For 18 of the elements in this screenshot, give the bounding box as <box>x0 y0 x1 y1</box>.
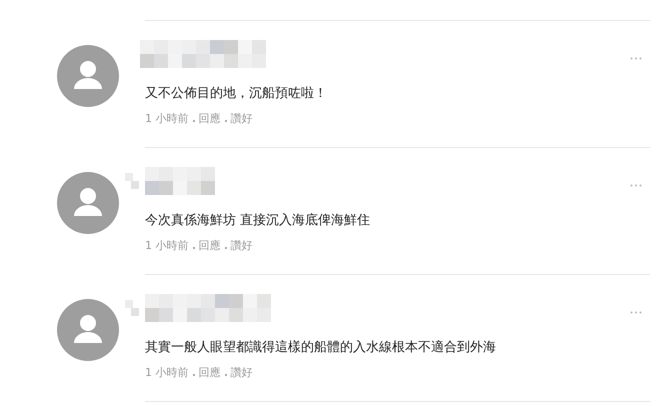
action-link[interactable]: 回應 <box>198 111 220 126</box>
timestamp: 1 小時前 <box>145 111 188 126</box>
avatar-icon <box>57 45 119 107</box>
action-link[interactable]: 讚好 <box>230 365 252 380</box>
action-link[interactable]: 回應 <box>198 238 220 253</box>
timestamp: 1 小時前 <box>145 238 188 253</box>
more-icon[interactable] <box>630 184 642 187</box>
avatar-icon <box>57 172 119 234</box>
comment-text: 其實一般人眼望都識得這樣的船體的入水線根本不適合到外海 <box>145 339 497 357</box>
more-icon[interactable] <box>630 311 642 314</box>
action-link[interactable]: 讚好 <box>230 111 252 126</box>
action-link[interactable]: 回應 <box>198 365 220 380</box>
avatar-icon <box>57 299 119 361</box>
more-icon[interactable] <box>630 57 642 60</box>
action-link[interactable]: 讚好 <box>230 238 252 253</box>
timestamp: 1 小時前 <box>145 365 188 380</box>
comment-text: 又不公佈目的地，沉船預咗啦！ <box>145 85 328 103</box>
comment-text: 今次真係海鮮坊 直接沉入海底俾海鮮住 <box>145 212 372 230</box>
